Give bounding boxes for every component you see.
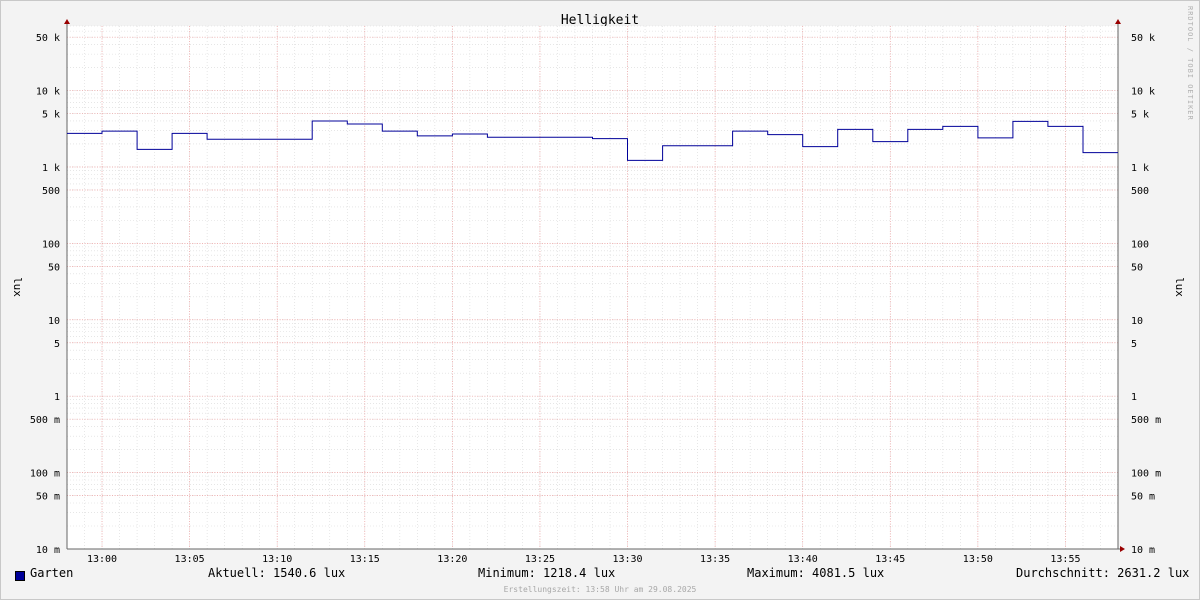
y-tick-label-right: 50 k: [1131, 33, 1155, 44]
y-axis-label-left: lux: [11, 277, 24, 297]
x-tick-label: 13:55: [1050, 554, 1080, 565]
x-tick-label: 13:20: [437, 554, 467, 565]
y-tick-label-right: 5: [1131, 339, 1137, 350]
y-tick-label-right: 5 k: [1131, 110, 1149, 121]
legend-maximum: Maximum: 4081.5 lux: [747, 566, 885, 580]
x-tick-label: 13:00: [87, 554, 117, 565]
x-tick-label: 13:50: [963, 554, 993, 565]
y-tick-label-right: 10: [1131, 316, 1143, 327]
footer-timestamp: Erstellungszeit: 13:58 Uhr am 29.08.2025: [503, 585, 697, 594]
y-tick-label-left: 5 k: [42, 110, 60, 121]
y-axis-arrow-right: [1115, 19, 1121, 24]
y-tick-label-left: 100 m: [30, 469, 60, 480]
y-tick-label-left: 500: [42, 186, 60, 197]
y-tick-label-right: 50: [1131, 262, 1143, 273]
legend-durchschnitt: Durchschnitt: 2631.2 lux: [1016, 566, 1190, 580]
y-tick-label-left: 10: [48, 316, 60, 327]
y-tick-label-right: 1: [1131, 392, 1137, 403]
y-tick-label-right: 500: [1131, 186, 1149, 197]
y-tick-label-left: 50: [48, 262, 60, 273]
y-tick-label-right: 100 m: [1131, 469, 1161, 480]
x-tick-label: 13:25: [525, 554, 555, 565]
y-tick-label-left: 100: [42, 239, 60, 250]
x-tick-label: 13:10: [262, 554, 292, 565]
x-axis-arrow: [1120, 546, 1125, 552]
y-tick-label-left: 50 m: [36, 492, 60, 503]
y-axis-label-right: lux: [1173, 277, 1186, 297]
y-tick-label-right: 100: [1131, 239, 1149, 250]
y-tick-label-left: 1: [54, 392, 60, 403]
x-tick-label: 13:05: [175, 554, 205, 565]
y-tick-label-left: 10 k: [36, 87, 60, 98]
chart-title: Helligkeit: [561, 13, 639, 28]
y-tick-label-right: 500 m: [1131, 415, 1161, 426]
y-ticks-left: 50 k 10 k 5 k 1 k 500 100 50 10 5 1 500 m 100 m 50 m…: [30, 33, 60, 556]
brightness-chart: Helligkeit 50 k 10 k 5 k 1 k 500 100 50 10 5 1 500…: [11, 6, 1194, 565]
legend-aktuell: Aktuell: 1540.6 lux: [208, 566, 346, 580]
x-tick-label: 13:15: [350, 554, 380, 565]
legend: Garten Aktuell: 1540.6 lux Minimum: 1218…: [0, 566, 1200, 584]
y-ticks-right: 50 k 10 k 5 k 1 k 500 100 50 10 5 1 500 m 100 m 50 m…: [1131, 33, 1161, 556]
y-tick-label-left: 50 k: [36, 33, 60, 44]
y-tick-label-right: 50 m: [1131, 492, 1155, 503]
x-tick-label: 13:35: [700, 554, 730, 565]
legend-series-name: Garten: [30, 566, 74, 580]
y-tick-label-right: 1 k: [1131, 163, 1149, 174]
y-tick-label-right: 10 m: [1131, 545, 1155, 556]
x-tick-label: 13:45: [875, 554, 905, 565]
y-tick-label-left: 5: [54, 339, 60, 350]
y-tick-label-left: 1 k: [42, 163, 60, 174]
x-tick-label: 13:40: [788, 554, 818, 565]
watermark: RRDTOOL / TOBI OETIKER: [1186, 6, 1194, 121]
minor-grid: [66, 25, 1119, 550]
y-tick-label-right: 10 k: [1131, 87, 1155, 98]
y-tick-label-left: 500 m: [30, 415, 60, 426]
x-ticks: 13:00 13:05 13:10 13:15 13:20 13:25 13:30 13:35…: [87, 554, 1081, 565]
x-tick-label: 13:30: [612, 554, 642, 565]
legend-minimum: Minimum: 1218.4 lux: [478, 566, 616, 580]
y-tick-label-left: 10 m: [36, 545, 60, 556]
y-axis-arrow-left: [64, 19, 70, 24]
